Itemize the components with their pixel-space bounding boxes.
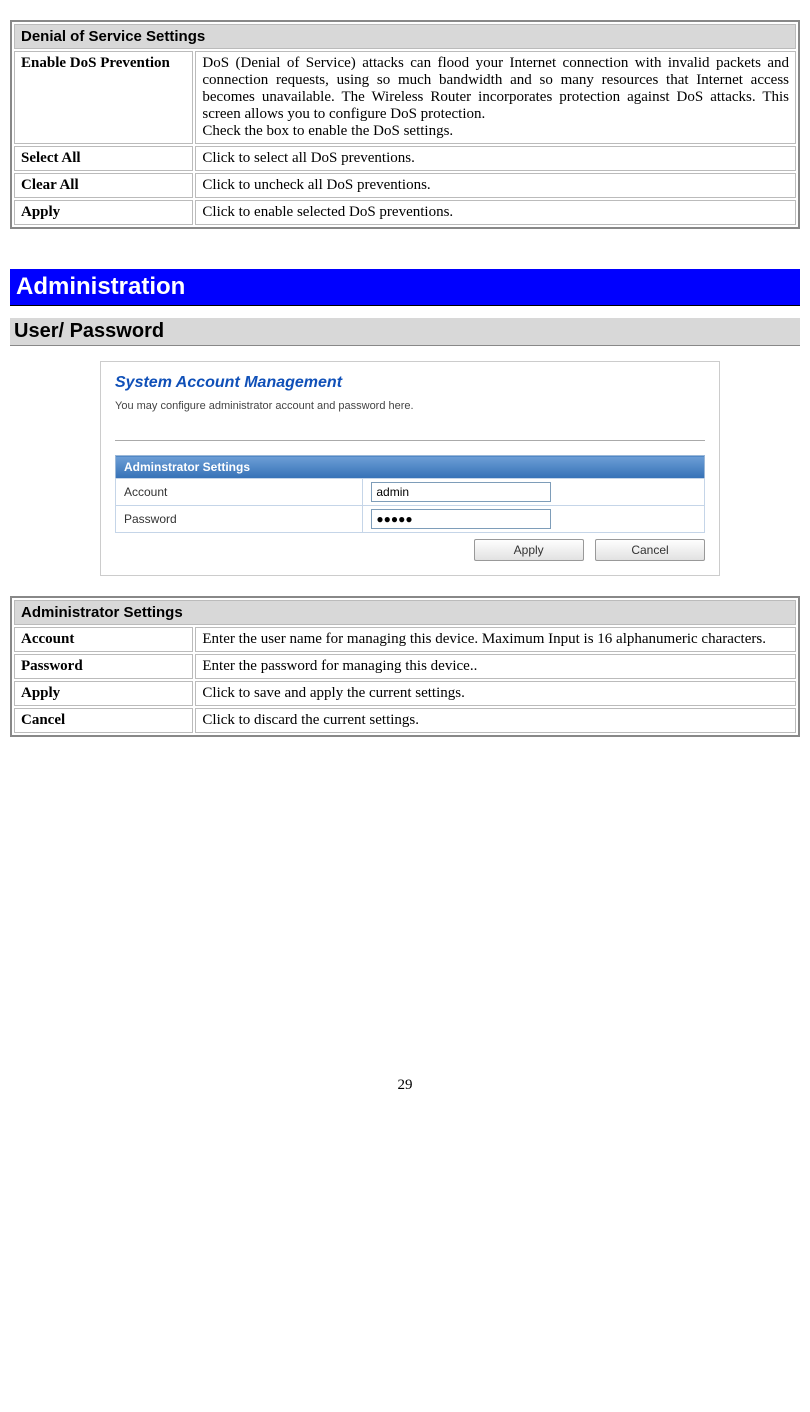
admin-settings-table: Administrator Settings Account Enter the…: [10, 596, 800, 737]
panel-header-row: Adminstrator Settings: [116, 456, 705, 479]
password-input[interactable]: [371, 509, 551, 529]
screenshot-title: System Account Management: [115, 374, 705, 392]
row-desc: Click to uncheck all DoS preventions.: [195, 173, 796, 198]
user-password-heading: User/ Password: [10, 318, 800, 346]
row-label: Account: [14, 627, 193, 652]
row-desc: DoS (Denial of Service) attacks can floo…: [195, 51, 796, 144]
dos-table-header: Denial of Service Settings: [14, 24, 796, 49]
account-label: Account: [116, 479, 363, 506]
dos-settings-table: Denial of Service Settings Enable DoS Pr…: [10, 20, 800, 229]
apply-button[interactable]: Apply: [474, 539, 584, 561]
row-desc: Click to select all DoS preventions.: [195, 146, 796, 171]
table-row: Password Enter the password for managing…: [14, 654, 796, 679]
table-row: Apply Click to enable selected DoS preve…: [14, 200, 796, 225]
row-label: Apply: [14, 681, 193, 706]
account-input[interactable]: [371, 482, 551, 502]
row-desc: Click to discard the current settings.: [195, 708, 796, 733]
screenshot-desc: You may configure administrator account …: [115, 400, 705, 412]
table-row: Cancel Click to discard the current sett…: [14, 708, 796, 733]
panel-header: Adminstrator Settings: [116, 456, 705, 479]
row-desc: Click to save and apply the current sett…: [195, 681, 796, 706]
password-label: Password: [116, 506, 363, 533]
button-row: Apply Cancel: [115, 533, 705, 563]
row-desc: Click to enable selected DoS preventions…: [195, 200, 796, 225]
password-row: Password: [116, 506, 705, 533]
table-row: Enable DoS Prevention DoS (Denial of Ser…: [14, 51, 796, 144]
row-label: Select All: [14, 146, 193, 171]
row-label: Clear All: [14, 173, 193, 198]
table-row: Apply Click to save and apply the curren…: [14, 681, 796, 706]
divider: [115, 440, 705, 441]
administration-heading: Administration: [10, 269, 800, 306]
row-desc: Enter the password for managing this dev…: [195, 654, 796, 679]
admin-table-header: Administrator Settings: [14, 600, 796, 625]
row-label: Cancel: [14, 708, 193, 733]
row-label: Apply: [14, 200, 193, 225]
system-account-screenshot: System Account Management You may config…: [100, 361, 720, 576]
table-row: Clear All Click to uncheck all DoS preve…: [14, 173, 796, 198]
table-row: Account Enter the user name for managing…: [14, 627, 796, 652]
page-number: 29: [10, 1077, 800, 1094]
account-cell: [363, 479, 705, 506]
row-label: Enable DoS Prevention: [14, 51, 193, 144]
row-desc: Enter the user name for managing this de…: [195, 627, 796, 652]
password-cell: [363, 506, 705, 533]
cancel-button[interactable]: Cancel: [595, 539, 705, 561]
table-row: Select All Click to select all DoS preve…: [14, 146, 796, 171]
account-row: Account: [116, 479, 705, 506]
row-label: Password: [14, 654, 193, 679]
admin-settings-panel: Adminstrator Settings Account Password: [115, 455, 705, 533]
